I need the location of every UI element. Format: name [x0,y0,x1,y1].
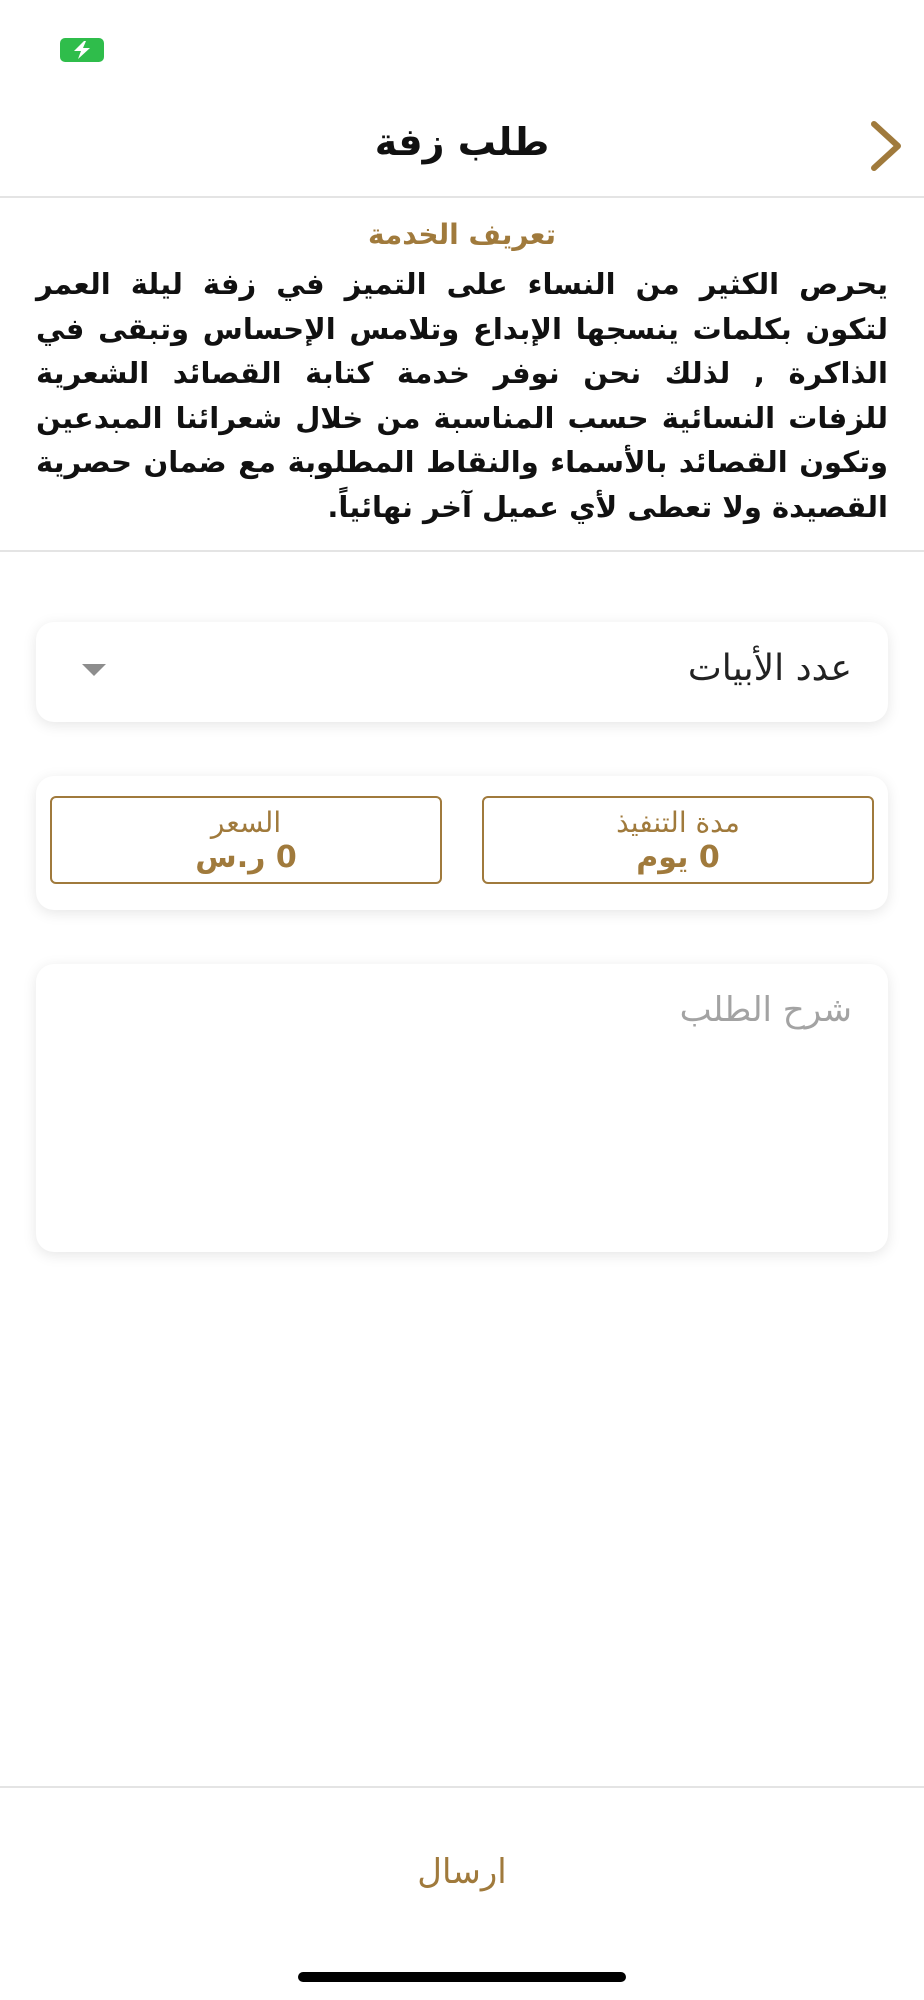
status-bar [0,0,924,90]
home-indicator [298,1972,626,1982]
caret-down-icon [82,664,106,676]
navigation-bar: طلب زفة [0,90,924,198]
verses-count-label: عدد الأبيات [687,648,852,689]
back-button[interactable] [860,118,910,174]
price-label: السعر [210,806,282,839]
duration-label: مدة التنفيذ [616,806,740,839]
duration-value: 0 يوم [636,840,720,875]
price-value: 0 ر.س [195,840,297,875]
service-heading: تعريف الخدمة [367,218,557,251]
duration-box: مدة التنفيذ 0 يوم [482,796,874,884]
price-box: السعر 0 ر.س [50,796,442,884]
bottom-action-bar: ارسال [0,1786,924,2000]
service-definition-section: تعريف الخدمة يحرص الكثير من النساء على ا… [0,198,924,552]
service-description: يحرص الكثير من النساء على التميز في زفة … [36,267,888,524]
page-title: طلب زفة [374,120,550,164]
request-description-input[interactable] [66,988,854,1228]
send-button[interactable]: ارسال [362,1832,562,1912]
battery-charging-icon [60,38,104,62]
order-info-card: مدة التنفيذ 0 يوم السعر 0 ر.س [36,776,888,910]
request-description-card [36,964,888,1252]
chevron-right-icon [871,121,901,171]
verses-count-dropdown[interactable]: عدد الأبيات [36,622,888,722]
order-zaffa-screen: طلب زفة تعريف الخدمة يحرص الكثير من النس… [0,0,924,2000]
